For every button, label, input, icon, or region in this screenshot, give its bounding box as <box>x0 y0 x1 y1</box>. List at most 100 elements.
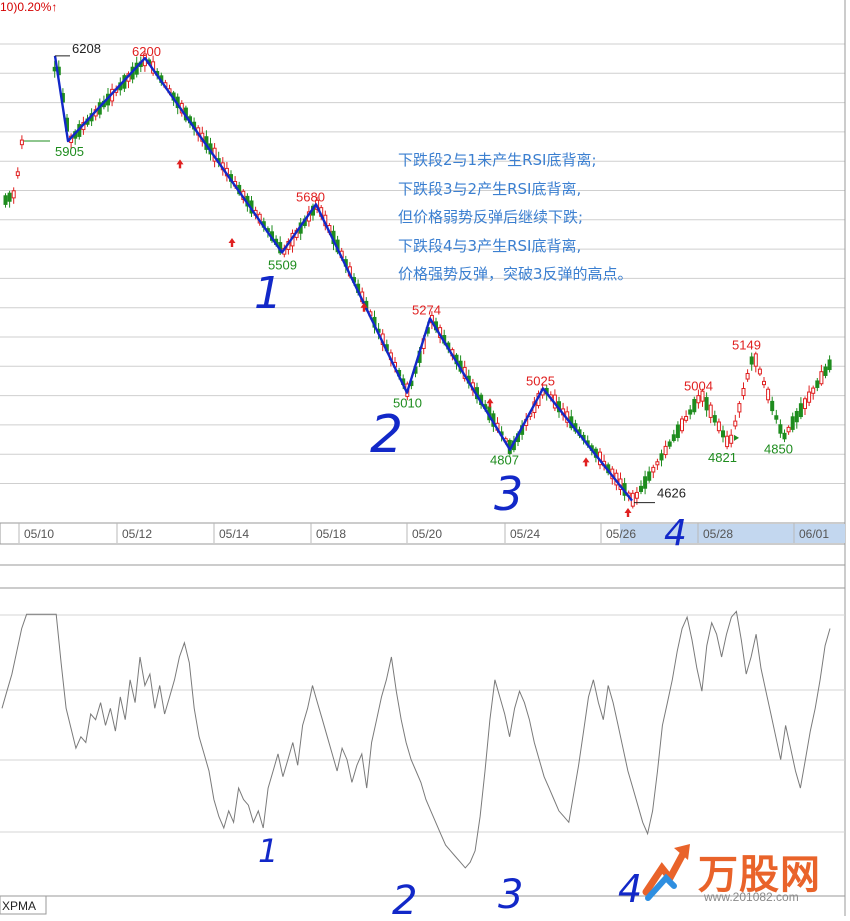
candle <box>712 415 717 423</box>
segment-label-rsi: 3 <box>498 872 523 916</box>
candle <box>721 430 725 438</box>
turning-point-label: 5905 <box>55 144 84 159</box>
candle <box>786 426 791 433</box>
candle <box>671 434 676 442</box>
turning-point-label: 5025 <box>526 373 555 388</box>
x-tick-label: 05/28 <box>703 527 733 541</box>
candle <box>684 416 689 421</box>
turning-point-label: 4626 <box>657 486 686 501</box>
candle <box>11 190 16 199</box>
candle <box>647 471 652 481</box>
annotation-line: 下跌段2与1未产生RSI底背离; <box>398 151 597 169</box>
candle <box>745 372 750 380</box>
x-tick-label: 05/24 <box>510 527 540 541</box>
buy-arrow-icon <box>176 159 184 169</box>
segment-label-rsi: 2 <box>392 878 417 916</box>
candle <box>823 366 828 376</box>
candle <box>680 418 684 432</box>
candle <box>815 380 820 388</box>
rsi-line <box>1 610 831 869</box>
annotation-text: 下跌段2与1未产生RSI底背离; 下跌段3与2产生RSI底背离, 但价格弱势反弹… <box>398 146 718 289</box>
candle <box>807 391 812 403</box>
candle <box>798 403 803 418</box>
watermark-logo-icon <box>642 844 690 901</box>
candle <box>749 356 754 365</box>
candle <box>651 466 656 473</box>
x-tick-label: 05/12 <box>122 527 152 541</box>
candle <box>667 441 672 447</box>
x-tick-label: 05/14 <box>219 527 249 541</box>
buy-arrow-icon <box>582 457 590 467</box>
candle <box>688 409 693 415</box>
segment-label-rsi: 1 <box>258 832 278 870</box>
candle <box>692 399 697 413</box>
candle <box>762 380 766 386</box>
turning-point-label: 5004 <box>684 378 713 393</box>
candle <box>757 368 762 375</box>
candle <box>663 445 668 456</box>
candle <box>811 387 816 394</box>
candle <box>778 424 783 434</box>
candle <box>790 416 795 430</box>
turning-point-label: 5149 <box>732 338 761 353</box>
candle <box>643 476 648 489</box>
turning-point-label: 5274 <box>412 302 441 317</box>
candle <box>7 192 12 202</box>
candle <box>733 420 738 427</box>
candle <box>770 400 775 412</box>
buy-arrow-icon <box>486 398 494 408</box>
annotation-line: 下跌段3与2产生RSI底背离, <box>398 179 582 198</box>
candle <box>716 421 721 432</box>
x-tick-label: 05/10 <box>24 527 54 541</box>
x-tick-label: 06/01 <box>799 527 829 541</box>
annotation-line: 价格强势反弹，突破3反弹的高点。 <box>398 265 633 283</box>
candle <box>708 404 713 418</box>
buy-arrow-icon <box>228 238 236 248</box>
candle <box>655 461 660 466</box>
chart-title: 10)0.20%↑ <box>0 0 58 14</box>
candle <box>634 491 639 499</box>
candle <box>659 453 664 461</box>
watermark: 万股网 www.201082.com <box>640 838 845 910</box>
candle <box>3 195 8 205</box>
x-tick-label: 05/20 <box>412 527 442 541</box>
turning-point-label: 4807 <box>490 453 519 468</box>
annotation-line: 但价格弱势反弹后继续下跌; <box>398 208 584 226</box>
indicator-name: XPMA <box>2 899 37 913</box>
candle <box>729 434 734 444</box>
price-rsi-chart: 6208590562005509568050105274480750254626… <box>0 0 846 921</box>
signal-arrow-icon <box>734 434 739 441</box>
segment-label-price: 4 <box>664 513 687 554</box>
candle <box>803 398 807 410</box>
turning-point-label: 4850 <box>764 442 793 457</box>
candle <box>782 432 787 440</box>
candle <box>639 485 643 492</box>
candle <box>741 388 746 397</box>
segment-label-rsi: 4 <box>618 867 642 911</box>
candle <box>766 388 771 401</box>
candle <box>704 397 709 411</box>
candle <box>725 435 730 448</box>
segment-label-price: 1 <box>254 268 282 319</box>
candle <box>675 424 680 438</box>
turning-point-label: 6208 <box>72 41 101 56</box>
turning-point-label: 5680 <box>296 189 325 204</box>
candle <box>15 171 20 177</box>
buy-arrow-icon <box>624 507 632 517</box>
candle <box>819 371 824 385</box>
candle <box>696 395 701 404</box>
candle <box>827 359 832 371</box>
annotation-line: 下跌段4与3产生RSI底背离, <box>398 236 582 255</box>
candle <box>774 415 779 420</box>
turning-point-label: 4821 <box>708 450 737 465</box>
chart-stage: 6208 5905 6200 5509 5680 5010 5274 4807 5025 4626… <box>0 0 850 921</box>
candle <box>19 139 24 146</box>
candle <box>753 353 758 367</box>
candle <box>737 403 742 413</box>
x-tick-label: 05/18 <box>316 527 346 541</box>
x-tick-label: 05/26 <box>606 527 636 541</box>
turning-point-label: 6200 <box>132 44 161 59</box>
segment-label-price: 3 <box>494 467 523 521</box>
watermark-url: www.201082.com <box>704 890 799 904</box>
candle <box>794 410 799 423</box>
